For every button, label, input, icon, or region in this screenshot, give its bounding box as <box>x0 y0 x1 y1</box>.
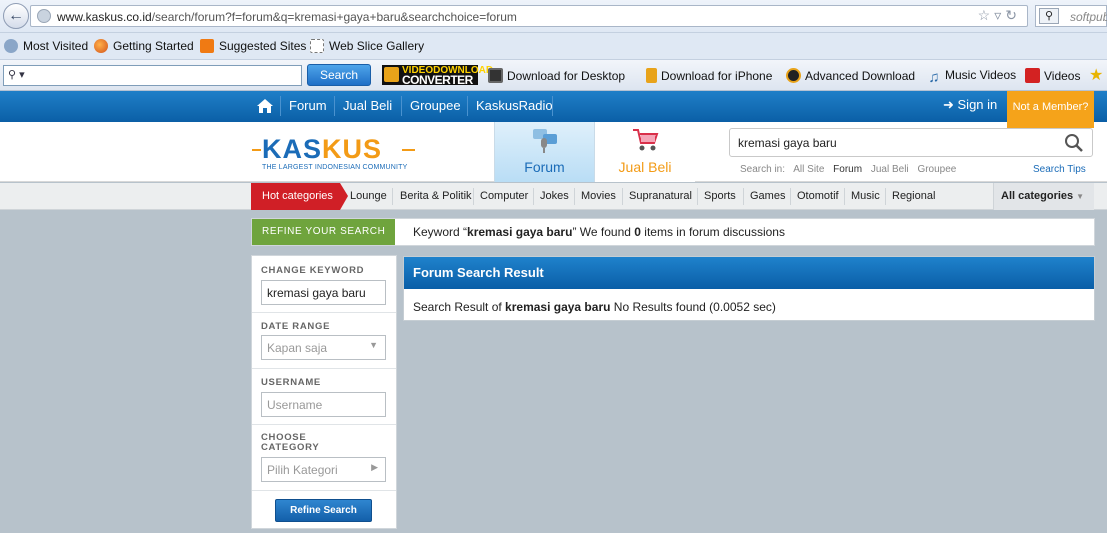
date-range-label: DATE RANGE <box>261 321 331 332</box>
username-input[interactable]: Username <box>261 392 386 417</box>
search-icon: ⚲ ▾ <box>8 69 25 81</box>
nav-kaskus-radio[interactable]: KaskusRadio <box>476 98 553 113</box>
site-search-input[interactable]: kremasi gaya baru <box>729 128 1093 157</box>
home-icon[interactable] <box>256 98 274 114</box>
date-range-select[interactable]: Kapan saja ▼ <box>261 335 386 360</box>
site-identity-icon[interactable] <box>37 9 51 23</box>
refine-summary-bar: REFINE YOUR SEARCH Keyword “kremasi gaya… <box>251 218 1095 246</box>
music-videos-link[interactable]: ♫ Music Videos <box>927 68 1016 86</box>
firefox-icon <box>94 39 108 53</box>
address-bar[interactable]: www.kaskus.co.id/search/forum?f=forum&q=… <box>30 5 1028 27</box>
tab-forum[interactable]: Forum <box>494 122 595 182</box>
all-categories-dropdown[interactable]: All categories ▼ <box>993 183 1094 210</box>
suggested-sites-icon <box>200 39 214 53</box>
refine-search-button[interactable]: Refine Search <box>275 499 372 522</box>
browser-search-box[interactable]: ⚲ softpub <box>1035 5 1107 27</box>
nav-forum[interactable]: Forum <box>289 98 327 113</box>
category-select[interactable]: Pilih Kategori ▶ <box>261 457 386 482</box>
back-button[interactable]: ← <box>3 3 29 29</box>
result-title: Forum Search Result <box>404 257 1094 289</box>
phone-icon <box>646 68 657 83</box>
download-for-desktop-link[interactable]: Download for Desktop <box>488 68 625 83</box>
browser-navigation-bar: ← www.kaskus.co.id/search/forum?f=forum&… <box>0 0 1107 33</box>
search-engine-text: softpub <box>1070 10 1107 24</box>
category-sports[interactable]: Sports <box>704 190 736 202</box>
search-scope-groupee[interactable]: Groupee <box>917 164 956 175</box>
not-a-member-button[interactable]: Not a Member? <box>1007 91 1094 128</box>
search-scope-options: Search in: All Site Forum Jual Beli Grou… <box>740 164 962 175</box>
hot-categories-label: Hot categories <box>251 183 348 210</box>
change-keyword-label: CHANGE KEYWORD <box>261 265 365 276</box>
url-text: www.kaskus.co.id/search/forum?f=forum&q=… <box>57 10 517 24</box>
star-icon[interactable]: ★ <box>1089 65 1103 85</box>
username-label: USERNAME <box>261 377 321 388</box>
youtube-icon <box>1025 68 1040 83</box>
category-supranatural[interactable]: Supranatural <box>629 190 692 202</box>
refine-search-panel: CHANGE KEYWORD kremasi gaya baru DATE RA… <box>251 255 397 529</box>
category-otomotif[interactable]: Otomotif <box>797 190 839 202</box>
change-keyword-section: CHANGE KEYWORD kremasi gaya baru <box>252 256 396 313</box>
site-header: KASKUS THE LARGEST INDONESIAN COMMUNITY … <box>0 122 1107 182</box>
video-download-converter-logo[interactable]: VIDEODOWNLOAD CONVERTER <box>382 65 493 86</box>
refine-your-search-label[interactable]: REFINE YOUR SEARCH <box>252 219 395 245</box>
advanced-download-link[interactable]: Advanced Download <box>786 68 915 83</box>
toolbar-search-input[interactable]: ⚲ ▾ <box>3 65 302 86</box>
bookmark-most-visited[interactable]: Most Visited <box>4 39 88 53</box>
date-range-section: DATE RANGE Kapan saja ▼ <box>252 313 396 369</box>
download-for-iphone-link[interactable]: Download for iPhone <box>646 68 772 83</box>
forum-search-result-panel: Forum Search Result Search Result of kre… <box>403 256 1095 321</box>
tab-jual-beli[interactable]: Jual Beli <box>595 122 695 182</box>
search-icon[interactable] <box>1064 133 1084 153</box>
sign-in-icon: ➜ <box>943 97 958 112</box>
category-music[interactable]: Music <box>851 190 880 202</box>
bookmark-web-slice-gallery[interactable]: Web Slice Gallery <box>310 39 424 53</box>
bookmark-getting-started[interactable]: Getting Started <box>94 39 194 53</box>
monitor-icon <box>488 68 503 83</box>
category-bar: Hot categories Lounge Berita & Politik C… <box>0 183 1107 210</box>
result-message: Search Result of kremasi gaya baru No Re… <box>413 300 776 314</box>
site-top-navigation: Forum Jual Beli Groupee KaskusRadio ➜ Si… <box>0 91 1107 122</box>
search-scope-jual-beli[interactable]: Jual Beli <box>871 164 909 175</box>
music-note-icon: ♫ <box>928 69 940 86</box>
most-visited-icon <box>4 39 18 53</box>
category-movies[interactable]: Movies <box>581 190 616 202</box>
bookmarks-toolbar: Most Visited Getting Started Suggested S… <box>0 33 1107 60</box>
search-tips-link[interactable]: Search Tips <box>1033 164 1086 175</box>
forum-microphone-icon <box>533 129 557 153</box>
download-circle-icon <box>786 68 801 83</box>
category-lounge[interactable]: Lounge <box>350 190 387 202</box>
dropdown-caret-icon: ▼ <box>1076 192 1085 201</box>
history-dropdown-icon[interactable]: ▿ <box>994 7 1005 23</box>
chevron-right-icon: ▶ <box>371 462 378 472</box>
nav-jual-beli[interactable]: Jual Beli <box>343 98 392 113</box>
toolbar-search-button[interactable]: Search <box>307 64 371 86</box>
category-games[interactable]: Games <box>750 190 785 202</box>
category-berita-politik[interactable]: Berita & Politik <box>400 190 472 202</box>
keyword-input[interactable]: kremasi gaya baru <box>261 280 386 305</box>
nav-groupee[interactable]: Groupee <box>410 98 461 113</box>
download-arrow-icon <box>384 67 399 82</box>
addon-toolbar: ⚲ ▾ Search VIDEODOWNLOAD CONVERTER Downl… <box>0 60 1107 91</box>
search-scope-forum[interactable]: Forum <box>833 164 862 175</box>
category-jokes[interactable]: Jokes <box>540 190 569 202</box>
search-in-label: Search in: <box>740 164 786 175</box>
choose-category-label: CHOOSE CATEGORY <box>261 432 320 453</box>
sign-in-link[interactable]: ➜ Sign in <box>943 97 997 113</box>
username-section: USERNAME Username <box>252 369 396 425</box>
category-regional[interactable]: Regional <box>892 190 935 202</box>
kaskus-logo[interactable]: KASKUS THE LARGEST INDONESIAN COMMUNITY <box>252 135 417 175</box>
web-slice-icon <box>310 39 324 53</box>
category-computer[interactable]: Computer <box>480 190 528 202</box>
search-engine-icon[interactable]: ⚲ <box>1039 8 1059 24</box>
reload-icon[interactable]: ↻ <box>1005 7 1021 23</box>
bookmark-star-icon[interactable]: ☆ <box>978 7 995 23</box>
category-section: CHOOSE CATEGORY Pilih Kategori ▶ <box>252 425 396 491</box>
shopping-cart-icon <box>633 129 659 151</box>
videos-link[interactable]: Videos <box>1025 68 1080 83</box>
url-actions: ☆▿↻ <box>978 7 1021 24</box>
chevron-down-icon: ▼ <box>369 340 378 350</box>
keyword-summary: Keyword “kremasi gaya baru” We found 0 i… <box>413 225 785 239</box>
search-scope-all-site[interactable]: All Site <box>793 164 824 175</box>
bookmark-suggested-sites[interactable]: Suggested Sites <box>200 39 306 53</box>
